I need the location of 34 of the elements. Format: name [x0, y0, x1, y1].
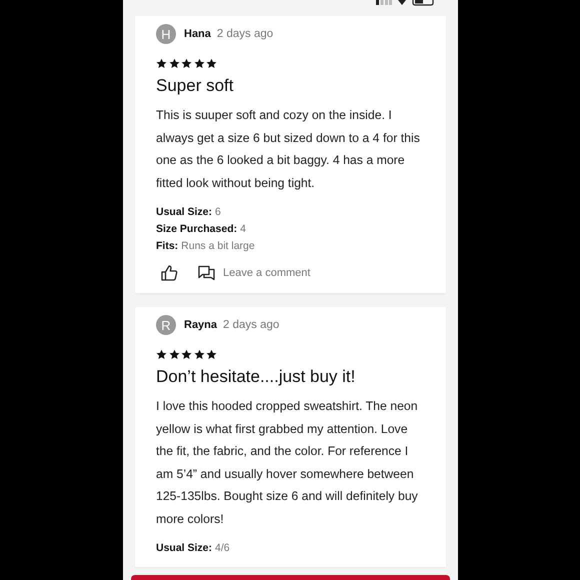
review-text: I love this hooded cropped sweatshirt. The neon yellow is what first grabbed my attention. Love the fit, the fabric, and the color. For reference I am 5’4” and usually hover somewhere between 125-135lbs. Bought size 6 and will definitely buy more colors!	[156, 398, 419, 528]
star-icon	[194, 58, 204, 69]
detail-label: Usual Size:	[156, 542, 212, 554]
star-icon	[156, 349, 167, 360]
reviewer-name: Rayna	[184, 319, 218, 331]
leave-comment-link[interactable]: Leave a comment	[223, 267, 310, 279]
review-text: This is suuper soft and cozy on the inside. I always get a size 6 but sized down to a 4 for this one as the 6 looked a bit baggy. 4 has a more fitted look without being tight.	[156, 107, 421, 192]
review-date: 2 days ago	[223, 319, 280, 331]
star-icon	[206, 349, 217, 360]
review-date: 2 days ago	[216, 28, 274, 40]
star-icon	[156, 58, 167, 69]
detail-value: 6	[215, 206, 221, 218]
detail-label: Fits:	[156, 240, 178, 252]
detail-value: 4/6	[215, 542, 230, 554]
detail-label: Size Purchased:	[156, 223, 238, 235]
review-title: Super soft	[156, 76, 234, 96]
star-icon	[181, 58, 192, 69]
battery-icon	[412, 0, 436, 6]
star-icon	[168, 58, 180, 69]
detail-value: Runs a bit large	[181, 240, 255, 252]
review-title: Don’t hesitate....just buy it!	[156, 367, 356, 387]
detail-value: 4	[240, 223, 246, 235]
star-icon	[206, 58, 217, 69]
detail-label: Usual Size:	[156, 206, 212, 218]
thumbs-up-icon[interactable]	[161, 265, 178, 281]
star-icon	[181, 349, 192, 360]
avatar: R	[156, 315, 176, 335]
reviewer-name: Hana	[184, 28, 211, 40]
wifi-icon	[398, 0, 406, 5]
star-icon	[168, 349, 180, 360]
comment-icon[interactable]	[198, 265, 215, 281]
avatar: H	[156, 24, 176, 44]
star-icon	[194, 349, 204, 360]
signal-icon	[376, 0, 392, 5]
